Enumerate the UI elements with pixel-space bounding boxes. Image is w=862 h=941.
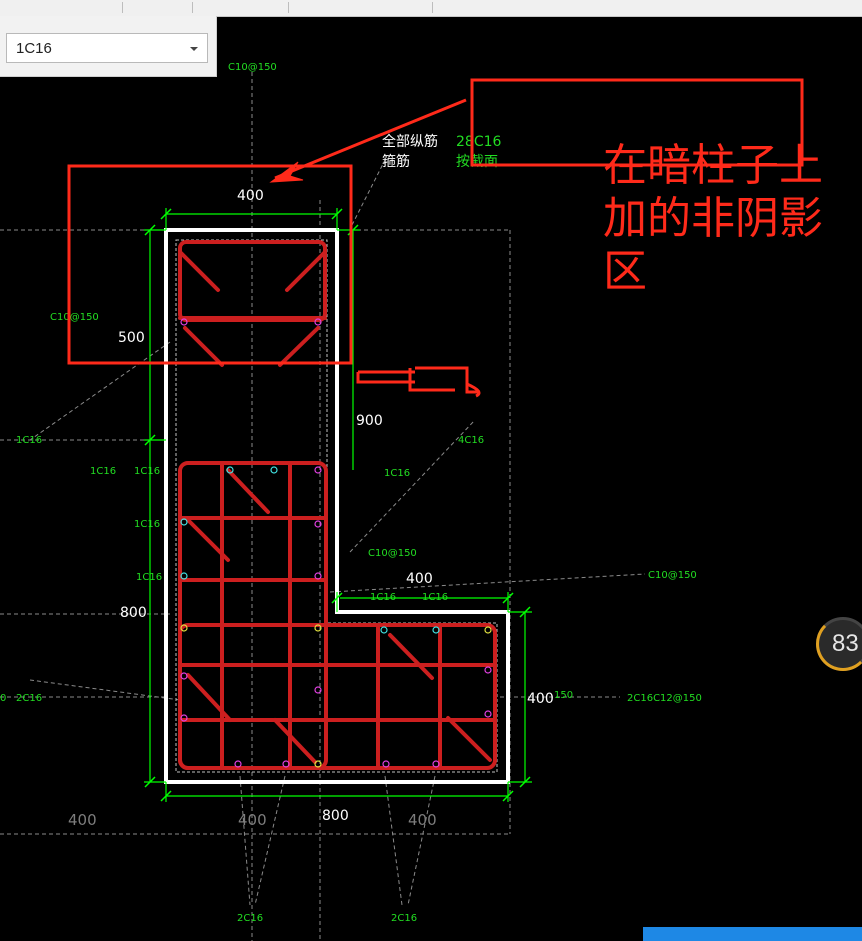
label-1c16-b: 1C16 (90, 466, 116, 477)
label-bottom-2c16-b: 2C16 (391, 913, 417, 924)
highlight-box-left (67, 164, 353, 365)
dim-left-800: 800 (120, 605, 147, 621)
gauge-value: 83 (832, 630, 859, 657)
performance-gauge[interactable]: 83 (816, 617, 862, 671)
label-4c16: 4C16 (458, 435, 484, 446)
summary-all-long-bars: 全部纵筋 (382, 133, 438, 150)
summary-stirrups: 箍筋 (382, 153, 410, 170)
label-bottom-2c16-a: 2C16 (237, 913, 263, 924)
dim-bottom-400-right: 400 (408, 811, 437, 829)
dim-right-900: 900 (356, 413, 383, 429)
label-1c16-e: 1C16 (136, 572, 162, 583)
dim-bottom-800: 800 (322, 808, 349, 824)
label-1c16-a: 1C16 (16, 435, 42, 446)
summary-stirrups-value: 按截面 (456, 154, 498, 170)
grid-dimension-text: 400 400 400 (68, 811, 437, 829)
markup-scribble (356, 366, 481, 398)
label-mid-1c16-b: 1C16 (422, 592, 448, 603)
label-left-0: 0 (0, 693, 6, 704)
dim-top-width: 400 (237, 188, 264, 204)
label-right-2c16: 2C16C12@150 (627, 693, 702, 704)
label-right-150: 150 (554, 690, 573, 701)
taskbar-strip[interactable] (643, 927, 862, 941)
label-mid-1c16-a: 1C16 (370, 592, 396, 603)
label-left-2c16: 2C16 (16, 693, 42, 704)
markup-note-text: 在暗柱子上加的非阴影区 (603, 140, 823, 297)
dim-bottom-400-mid: 400 (238, 811, 267, 829)
dim-right-400-top: 400 (406, 571, 433, 587)
label-1c16-c: 1C16 (134, 466, 160, 477)
label-right-c10: C10@150 (648, 570, 697, 581)
summary-all-long-bars-value: 28C16 (456, 134, 501, 150)
label-c10-top: C10@150 (228, 62, 277, 73)
dim-bottom-400-left: 400 (68, 811, 97, 829)
label-c10-left: C10@150 (50, 312, 99, 323)
dim-right-400-side: 400 (527, 691, 554, 707)
label-1c16-right: 1C16 (384, 468, 410, 479)
dim-left-500: 500 (118, 330, 145, 346)
column-outline (164, 228, 510, 784)
label-mid-c10: C10@150 (368, 548, 417, 559)
label-1c16-d: 1C16 (134, 519, 160, 530)
